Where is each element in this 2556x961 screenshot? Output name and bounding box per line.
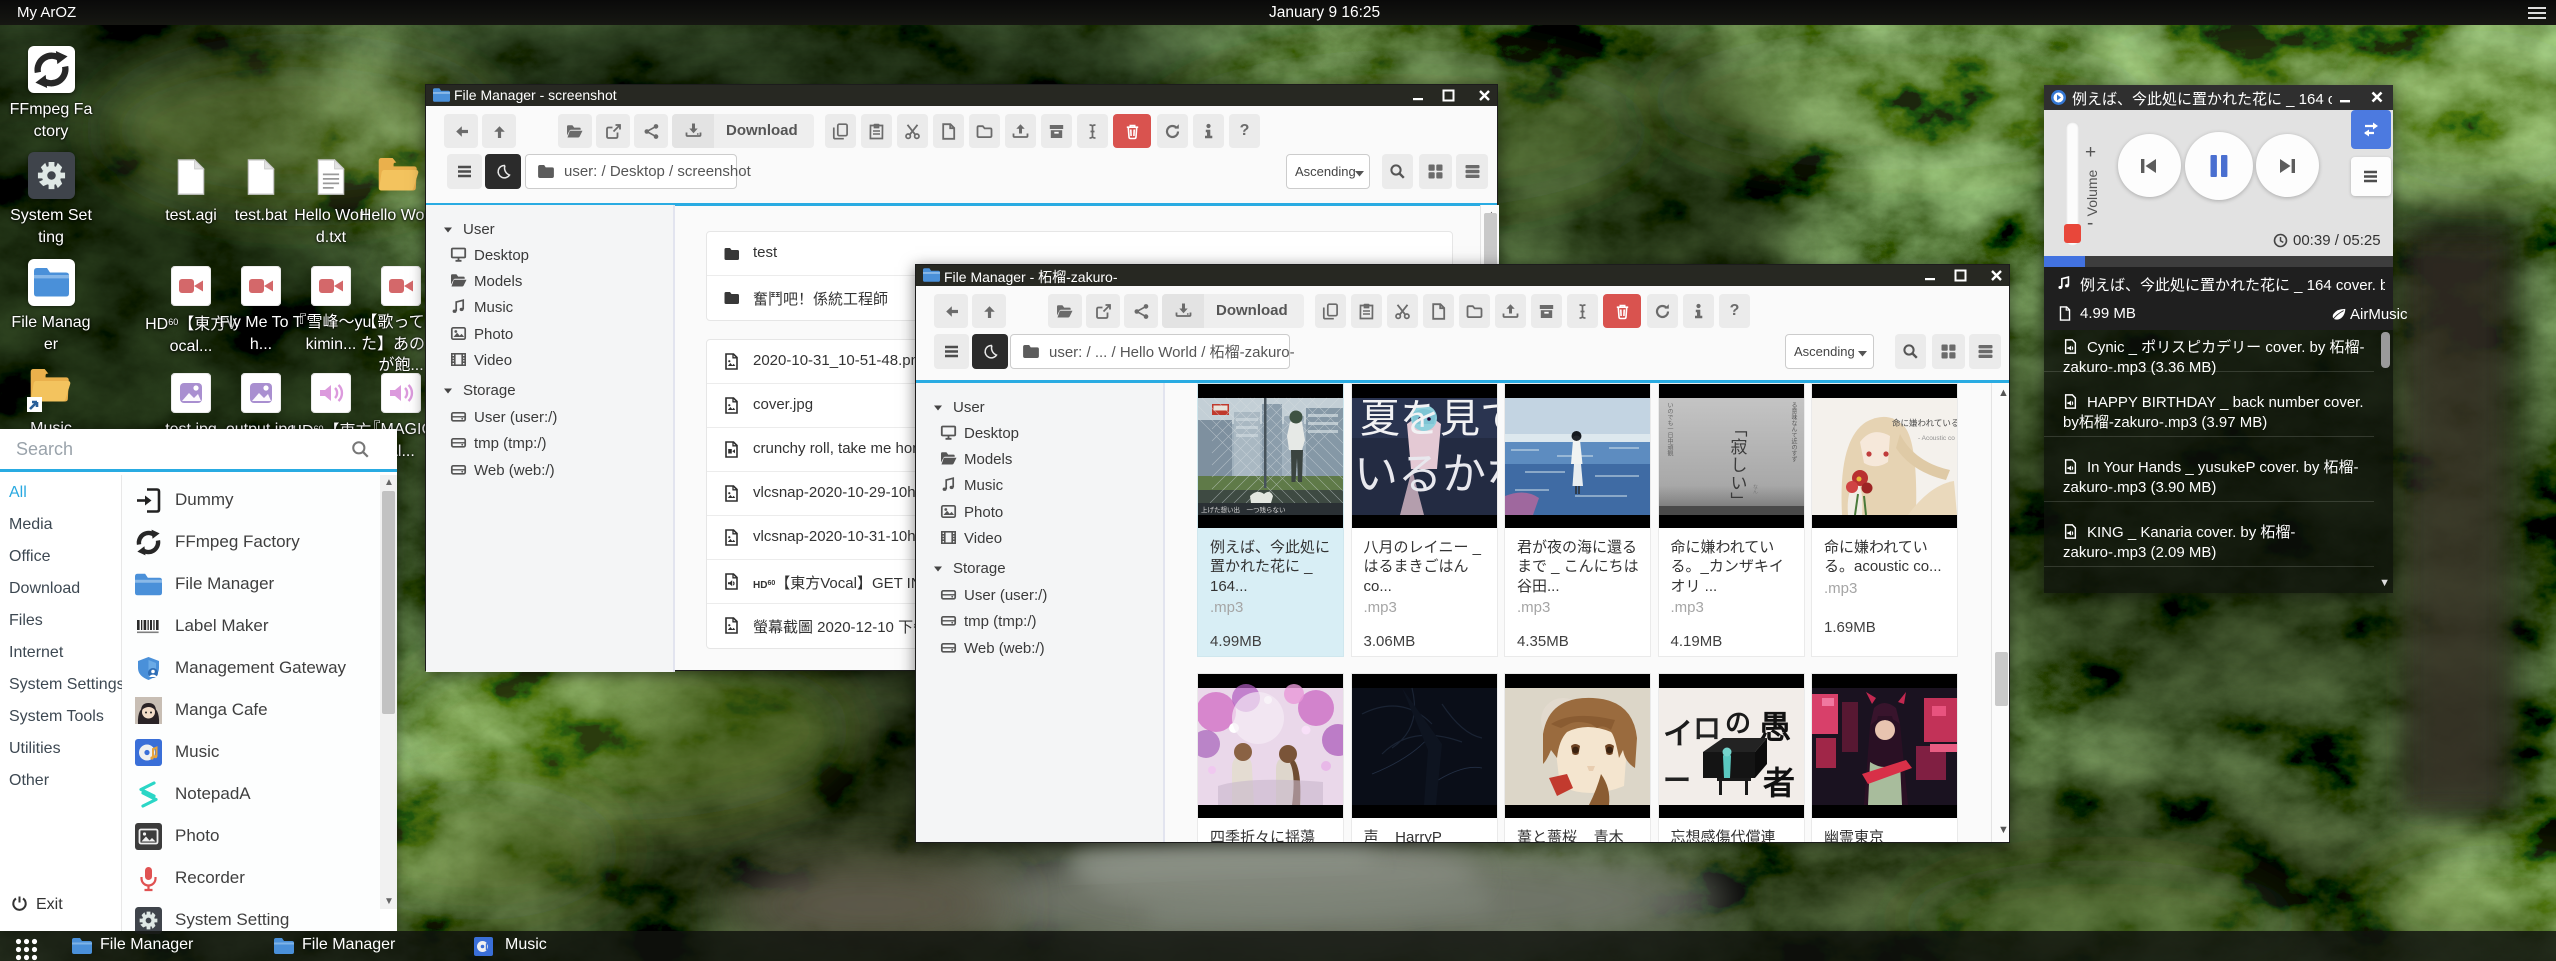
svg-text:者: 者 — [1763, 765, 1795, 801]
svg-text:いのでも一日中頑観: いのでも一日中頑観 — [1666, 402, 1673, 457]
svg-text:命に嫌われている。: 命に嫌われている。 — [1892, 418, 1957, 428]
svg-text:ロ: ロ — [1693, 713, 1721, 744]
svg-text:なん: なん — [1752, 484, 1758, 494]
svg-text:- Acoustic co: - Acoustic co — [1918, 435, 1955, 442]
svg-text:る意味なんて近のすず: る意味なんて近のすず — [1790, 402, 1797, 463]
svg-text:いるかな: いるかな — [1354, 450, 1497, 499]
svg-text:の: の — [1725, 708, 1751, 738]
svg-text:夏を見て: 夏を見て — [1360, 397, 1497, 441]
svg-text:上げた想い出 一つ残らない: 上げた想い出 一つ残らない — [1201, 505, 1286, 514]
svg-text:ー: ー — [1663, 765, 1691, 796]
svg-text:イ: イ — [1663, 718, 1693, 751]
svg-text:「寂しい」: 「寂しい」 — [1727, 420, 1747, 510]
